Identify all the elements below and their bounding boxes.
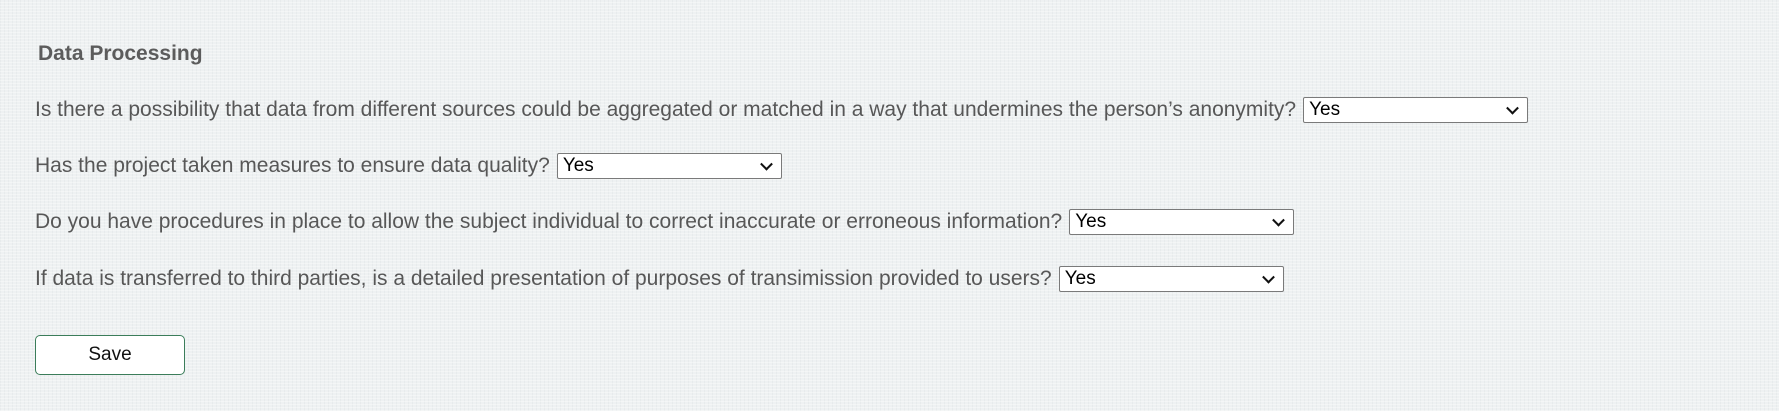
correct-information-select-value: Yes [1075, 211, 1107, 232]
question-label-correct-information: Do you have procedures in place to allow… [35, 210, 1063, 233]
chevron-down-icon [1272, 213, 1286, 227]
question-label-anonymity: Is there a possibility that data from di… [35, 98, 1297, 121]
third-parties-select[interactable]: Yes [1058, 266, 1284, 292]
question-row-data-quality: Has the project taken measures to ensure… [35, 153, 782, 179]
chevron-down-icon [1261, 270, 1275, 284]
anonymity-select-value: Yes [1309, 99, 1341, 120]
anonymity-select[interactable]: Yes [1303, 97, 1529, 123]
correct-information-select[interactable]: Yes [1069, 209, 1295, 235]
section-title: Data Processing [38, 42, 203, 65]
chevron-down-icon [759, 157, 773, 171]
save-button[interactable]: Save [35, 335, 185, 375]
third-parties-select-value: Yes [1064, 268, 1096, 289]
question-row-third-parties: If data is transferred to third parties,… [35, 266, 1284, 292]
data-quality-select[interactable]: Yes [556, 153, 782, 179]
question-row-correct-information: Do you have procedures in place to allow… [35, 209, 1295, 235]
data-quality-select-value: Yes [562, 155, 594, 176]
question-label-data-quality: Has the project taken measures to ensure… [35, 154, 550, 177]
question-label-third-parties: If data is transferred to third parties,… [35, 267, 1052, 290]
question-row-anonymity: Is there a possibility that data from di… [35, 97, 1529, 123]
chevron-down-icon [1506, 101, 1519, 115]
